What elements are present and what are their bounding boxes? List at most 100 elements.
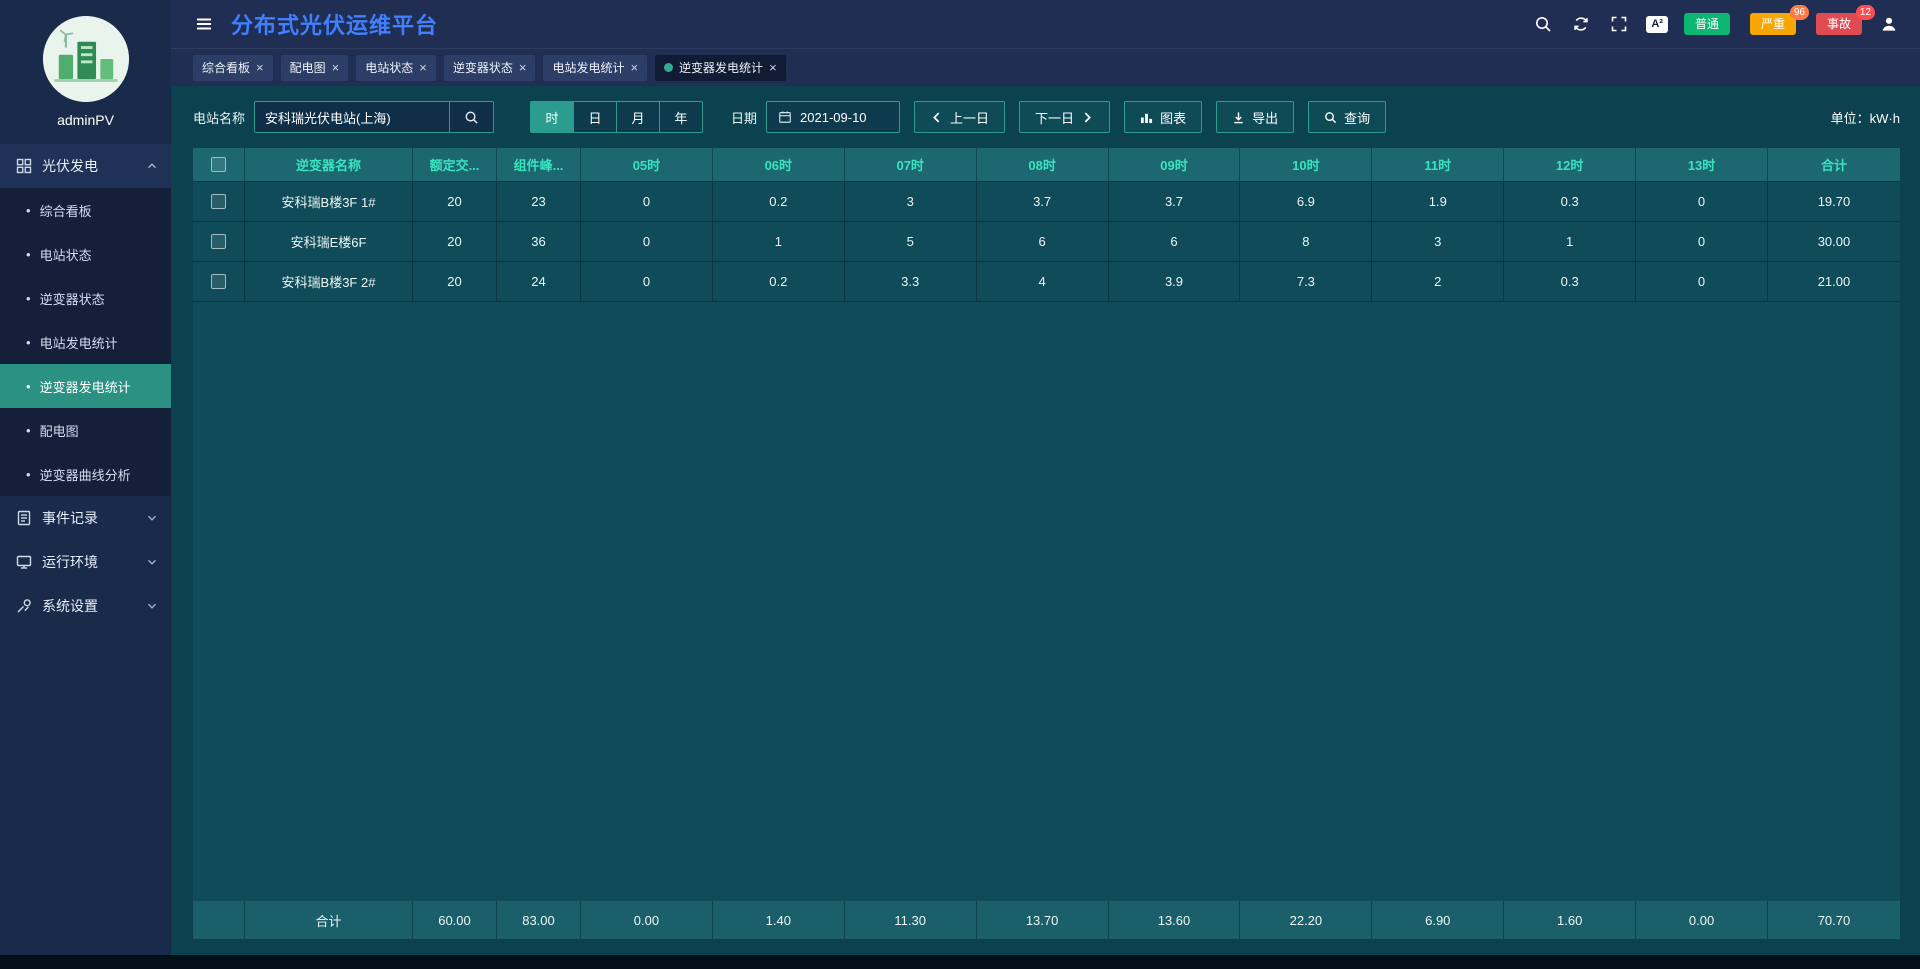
close-icon[interactable]: × (256, 60, 264, 75)
close-icon[interactable]: × (630, 60, 638, 75)
tab-inverter-status[interactable]: 逆变器状态× (444, 55, 536, 81)
sidebar-item-overview-board[interactable]: •综合看板 (0, 188, 171, 232)
close-icon[interactable]: × (519, 60, 527, 75)
tab-station-status[interactable]: 电站状态× (356, 55, 436, 81)
footer-value-cell: 22.20 (1240, 901, 1372, 939)
value-cell: 3.3 (845, 262, 977, 302)
granularity-day-button[interactable]: 日 (573, 101, 617, 133)
row-checkbox-cell (193, 182, 245, 222)
sidebar-item-station-status[interactable]: •电站状态 (0, 232, 171, 276)
date-picker[interactable]: 2021-09-10 (766, 101, 900, 133)
column-header: 13时 (1636, 148, 1768, 182)
value-cell: 23 (497, 182, 581, 222)
alarm-badge-severe[interactable]: 严重96 (1750, 13, 1796, 35)
font-size-icon[interactable]: A² (1646, 16, 1668, 33)
alarm-badge-label: 普通 (1695, 17, 1719, 31)
query-button[interactable]: 查询 (1308, 101, 1386, 133)
sidebar-item-inverter-generation-stats[interactable]: •逆变器发电统计 (0, 364, 171, 408)
footer-value-cell: 13.60 (1109, 901, 1241, 939)
sidebar-item-system-settings[interactable]: 系统设置 (0, 584, 171, 628)
value-cell: 2 (1372, 262, 1504, 302)
menu-group-pv-generation: 光伏发电•综合看板•电站状态•逆变器状态•电站发电统计•逆变器发电统计•配电图•… (0, 144, 171, 496)
table-footer-row: 合计60.0083.000.001.4011.3013.7013.6022.20… (193, 901, 1900, 939)
value-cell: 30.00 (1768, 222, 1900, 262)
environment-icon (16, 554, 32, 570)
menu-group-event-records: 事件记录 (0, 496, 171, 540)
value-cell: 8 (1240, 222, 1372, 262)
column-header: 额定交... (413, 148, 497, 182)
date-value: 2021-09-10 (800, 110, 867, 125)
value-cell: 20 (413, 182, 497, 222)
row-checkbox[interactable] (211, 274, 226, 289)
close-icon[interactable]: × (419, 60, 427, 75)
value-cell: 5 (845, 222, 977, 262)
granularity-month-button[interactable]: 月 (616, 101, 660, 133)
station-search-button[interactable] (450, 101, 494, 133)
next-day-button[interactable]: 下一日 (1019, 101, 1110, 133)
user-icon[interactable] (1878, 13, 1900, 35)
row-checkbox[interactable] (211, 234, 226, 249)
topbar: 分布式光伏运维平台 A² 普通严重96事故12 (171, 0, 1920, 48)
granularity-hour-button[interactable]: 时 (530, 101, 574, 133)
sidebar-item-label: 配电图 (40, 421, 79, 440)
alarm-badge-normal[interactable]: 普通 (1684, 13, 1730, 35)
pv-generation-icon (16, 158, 32, 174)
hamburger-menu-icon[interactable] (193, 13, 215, 35)
row-checkbox-cell (193, 262, 245, 302)
refresh-icon[interactable] (1570, 13, 1592, 35)
tab-station-generation-stats[interactable]: 电站发电统计× (543, 55, 647, 81)
value-cell: 20 (413, 262, 497, 302)
alarm-count-badge: 96 (1790, 5, 1809, 20)
close-icon[interactable]: × (769, 60, 777, 75)
table-body: 安科瑞B楼3F 1#202300.233.73.76.91.90.3019.70… (193, 182, 1900, 302)
value-cell: 4 (977, 262, 1109, 302)
alarm-badges: 普通 严重96 事故12 (1684, 13, 1862, 35)
value-cell: 0.2 (713, 182, 845, 222)
submenu: •综合看板•电站状态•逆变器状态 • 电站发电统计 •逆变器发电统计 • 配电图 •逆变器曲… (0, 188, 171, 496)
value-cell: 0 (1636, 182, 1768, 222)
tab-overview-board[interactable]: 综合看板× (193, 55, 273, 81)
bullet-icon: • (26, 423, 31, 438)
sidebar-item-distribution-diagram[interactable]: • 配电图 (0, 408, 171, 452)
value-cell: 36 (497, 222, 581, 262)
granularity-switch: 时日月年 (530, 101, 703, 133)
sidebar-item-event-records[interactable]: 事件记录 (0, 496, 171, 540)
menu-group-system-settings: 系统设置 (0, 584, 171, 628)
chevron-left-icon (930, 111, 943, 124)
inverter-name-cell: 安科瑞B楼3F 2# (245, 262, 413, 302)
query-button-label: 查询 (1344, 108, 1370, 127)
fullscreen-icon[interactable] (1608, 13, 1630, 35)
tab-inverter-generation-stats[interactable]: 逆变器发电统计× (655, 55, 786, 81)
chevron-up-icon (145, 159, 159, 173)
value-cell: 1 (713, 222, 845, 262)
sidebar-item-runtime-environment[interactable]: 运行环境 (0, 540, 171, 584)
station-name-input[interactable] (254, 101, 450, 133)
export-button[interactable]: 导出 (1216, 101, 1294, 133)
value-cell: 0 (1636, 262, 1768, 302)
sidebar-item-label: 电站发电统计 (40, 333, 118, 352)
select-all-checkbox[interactable] (211, 157, 226, 172)
alarm-badge-accident[interactable]: 事故12 (1816, 13, 1862, 35)
chevron-down-icon (145, 599, 159, 613)
footer-value-cell: 0.00 (581, 901, 713, 939)
logo-area: adminPV (0, 0, 171, 128)
chart-button[interactable]: 图表 (1124, 101, 1202, 133)
sidebar-item-label: 事件记录 (42, 508, 98, 528)
sidebar-item-station-generation-stats[interactable]: • 电站发电统计 (0, 320, 171, 364)
previous-day-label: 上一日 (950, 108, 989, 127)
sidebar-item-inverter-curve-analysis[interactable]: •逆变器曲线分析 (0, 452, 171, 496)
event-log-icon (16, 510, 32, 526)
sidebar-item-pv-generation[interactable]: 光伏发电 (0, 144, 171, 188)
search-icon[interactable] (1532, 13, 1554, 35)
sidebar-item-inverter-status[interactable]: •逆变器状态 (0, 276, 171, 320)
alarm-badge-label: 事故 (1827, 17, 1851, 31)
close-icon[interactable]: × (332, 60, 340, 75)
tab-distribution-diagram[interactable]: 配电图× (281, 55, 349, 81)
toolbar: 电站名称 时日月年 日期 2021-09-10 (193, 86, 1900, 148)
bullet-icon: • (26, 335, 31, 350)
value-cell: 1 (1504, 222, 1636, 262)
previous-day-button[interactable]: 上一日 (914, 101, 1005, 133)
row-checkbox[interactable] (211, 194, 226, 209)
footer-value-cell: 60.00 (413, 901, 497, 939)
granularity-year-button[interactable]: 年 (659, 101, 703, 133)
